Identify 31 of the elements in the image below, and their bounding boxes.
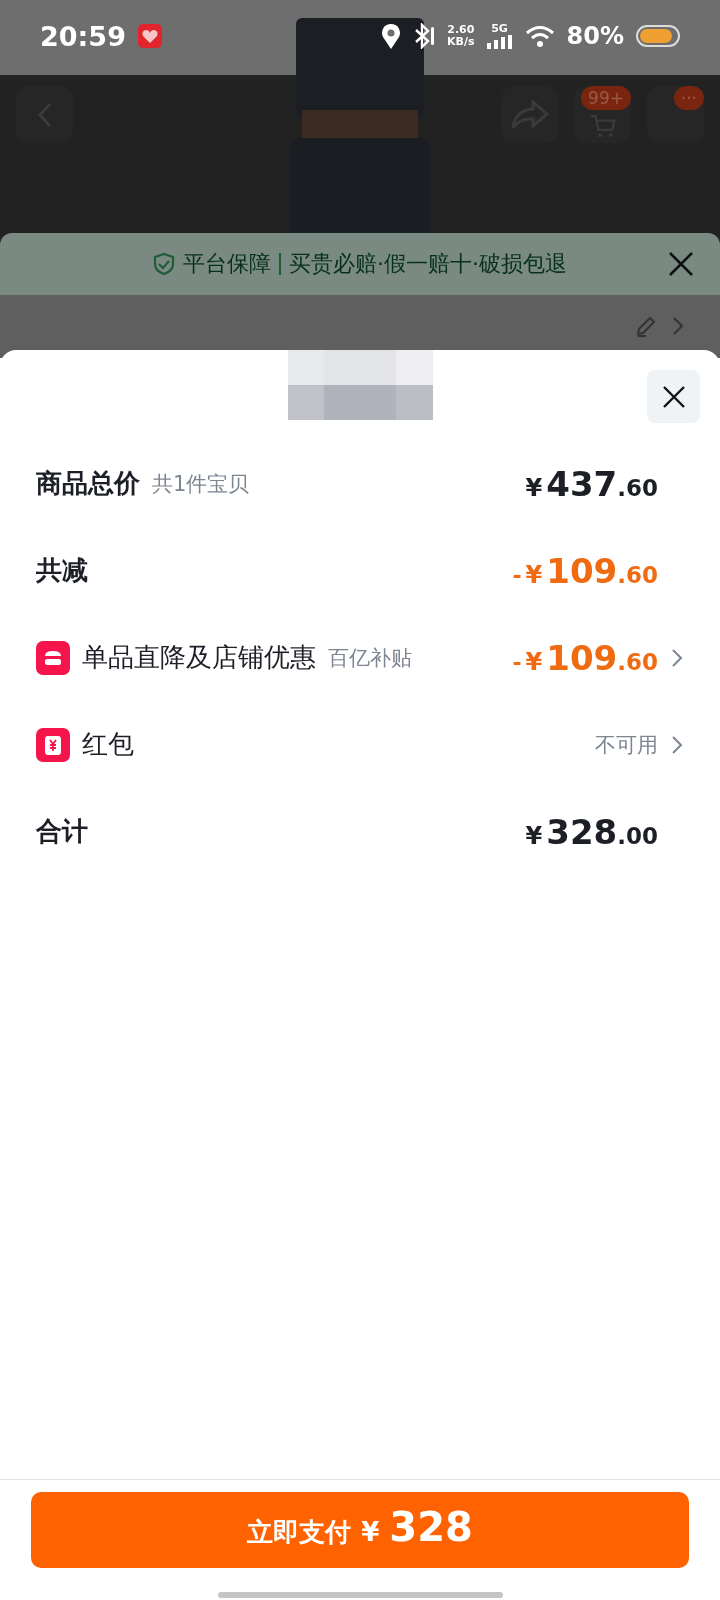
amount-decimal: .00 <box>617 822 658 849</box>
row-label: 共减 <box>36 554 88 587</box>
summary-link-row[interactable]: 红包 不可用 <box>0 701 720 788</box>
currency-symbol: ¥ <box>525 473 543 502</box>
amount-integer: 109 <box>546 550 618 591</box>
close-button[interactable] <box>647 370 700 423</box>
close-icon <box>661 384 686 409</box>
summary-link-row[interactable]: 单品直降及店铺优惠 百亿补贴 - ¥109.60 <box>0 614 720 701</box>
amount-integer: 328 <box>546 811 618 852</box>
amount-decimal: .60 <box>617 648 658 675</box>
row-label: 合计 <box>36 815 88 848</box>
currency-symbol: ¥ <box>525 647 543 676</box>
amount-decimal: .60 <box>617 474 658 501</box>
chevron-right-icon <box>670 733 684 756</box>
row-note: 共1件宝贝 <box>152 470 250 498</box>
pay-now-button[interactable]: 立即支付 ¥ 328 <box>31 1492 689 1568</box>
amount-integer: 109 <box>546 637 618 678</box>
row-label: 商品总价 <box>36 467 140 500</box>
currency-symbol: ¥ <box>525 821 543 850</box>
currency-symbol: ¥ <box>525 560 543 589</box>
amount-decimal: .60 <box>617 561 658 588</box>
row-label: 单品直降及店铺优惠 <box>82 641 316 674</box>
amount-integer: 437 <box>546 463 618 504</box>
chevron-right-icon <box>670 646 684 669</box>
shop-icon <box>36 640 70 675</box>
row-label: 红包 <box>82 728 134 761</box>
row-note: 百亿补贴 <box>328 644 412 672</box>
row-status: 不可用 <box>595 731 658 759</box>
yuan-packet-icon <box>36 727 70 762</box>
minus-sign: - <box>512 562 522 588</box>
minus-sign: - <box>512 649 522 675</box>
